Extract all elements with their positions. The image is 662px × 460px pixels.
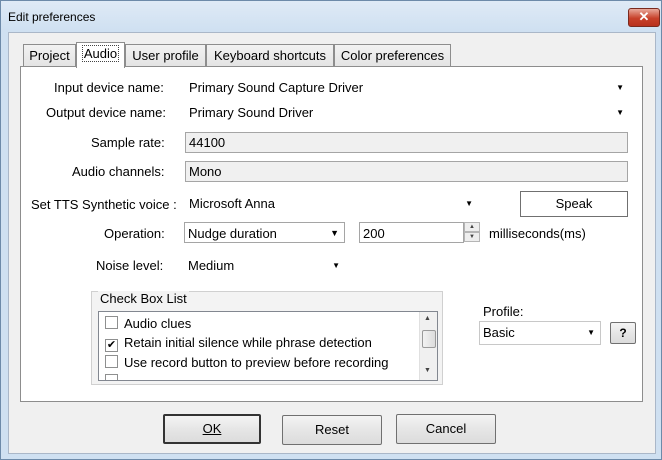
profile-dropdown[interactable]: Basic ▼: [479, 321, 601, 345]
tts-voice-dropdown[interactable]: Microsoft Anna ▼: [186, 193, 478, 214]
chevron-down-icon: ▼: [616, 83, 624, 92]
noise-level-label: Noise level:: [96, 258, 164, 273]
list-item-partial[interactable]: [105, 373, 124, 380]
tab-audio[interactable]: Audio: [76, 42, 125, 68]
output-device-label: Output device name:: [46, 105, 166, 120]
input-device-label: Input device name:: [54, 80, 164, 95]
scroll-up-icon[interactable]: ▲: [424, 315, 431, 322]
close-button[interactable]: ✕: [628, 8, 660, 27]
checkbox-unchecked[interactable]: [105, 316, 118, 329]
close-icon: ✕: [638, 9, 650, 24]
profile-label: Profile:: [483, 304, 524, 319]
tab-project[interactable]: Project: [23, 44, 76, 67]
profile-help-button[interactable]: ?: [610, 322, 636, 344]
list-scrollbar[interactable]: ▲ ▼: [419, 312, 437, 380]
noise-level-dropdown[interactable]: Medium ▼: [185, 255, 345, 276]
input-device-dropdown[interactable]: Primary Sound Capture Driver ▼: [186, 77, 629, 98]
tts-voice-value: Microsoft Anna: [189, 196, 275, 211]
ok-label: OK: [202, 421, 222, 436]
scroll-thumb[interactable]: [422, 330, 436, 348]
tts-voice-label: Set TTS Synthetic voice :: [31, 197, 177, 212]
reset-label: Reset: [315, 422, 349, 437]
cancel-label: Cancel: [425, 421, 467, 436]
profile-value: Basic: [483, 325, 515, 340]
list-item-record-preview[interactable]: Use record button to preview before reco…: [105, 354, 388, 372]
chevron-down-icon: ▼: [330, 228, 339, 238]
sample-rate-label: Sample rate:: [91, 135, 165, 150]
chevron-down-icon: ▼: [587, 328, 595, 337]
check-box-list[interactable]: Audio clues ✔ Retain initial silence whil…: [98, 311, 438, 381]
audio-channels-field[interactable]: Mono: [185, 161, 628, 182]
chevron-down-icon: ▼: [616, 108, 624, 117]
list-item-label: Retain initial silence while phrase dete…: [124, 335, 372, 350]
list-item-audio-clues[interactable]: Audio clues: [105, 315, 191, 333]
checkbox-unchecked[interactable]: [105, 355, 118, 368]
chevron-down-icon: ▼: [332, 261, 340, 270]
tab-audio-label: Audio: [81, 45, 120, 62]
window-title: Edit preferences: [8, 10, 96, 24]
output-device-value: Primary Sound Driver: [189, 105, 314, 120]
operation-dropdown[interactable]: Nudge duration ▼: [184, 222, 345, 243]
audio-channels-label: Audio channels:: [72, 164, 165, 179]
operation-unit-label: milliseconds(ms): [489, 226, 586, 241]
operation-value: Nudge duration: [188, 226, 277, 241]
list-item-label: Audio clues: [124, 316, 192, 331]
reset-button[interactable]: Reset: [282, 415, 382, 445]
checkbox-unchecked[interactable]: [105, 374, 118, 380]
list-item-retain-silence[interactable]: ✔ Retain initial silence while phrase det…: [105, 334, 372, 352]
ok-button[interactable]: OK: [163, 414, 261, 444]
chevron-down-icon: ▼: [465, 199, 473, 208]
amount-spinner[interactable]: ▲ ▼: [464, 222, 480, 243]
input-device-value: Primary Sound Capture Driver: [189, 80, 364, 95]
list-item-label: Use record button to preview before reco…: [124, 355, 389, 370]
spin-up-icon[interactable]: ▲: [464, 222, 480, 232]
spin-down-icon[interactable]: ▼: [464, 232, 480, 242]
speak-button[interactable]: Speak: [520, 191, 628, 217]
checkmark-icon[interactable]: ✔: [105, 339, 118, 352]
check-box-list-title: Check Box List: [98, 291, 189, 306]
cancel-button[interactable]: Cancel: [396, 414, 496, 444]
sample-rate-field[interactable]: 44100: [185, 132, 628, 153]
tab-color-preferences[interactable]: Color preferences: [334, 44, 451, 67]
output-device-dropdown[interactable]: Primary Sound Driver ▼: [186, 102, 629, 123]
tab-user-profile[interactable]: User profile: [125, 44, 206, 67]
operation-amount-input[interactable]: 200: [359, 222, 464, 243]
scroll-down-icon[interactable]: ▼: [424, 367, 431, 374]
noise-level-value: Medium: [188, 258, 235, 273]
tab-keyboard-shortcuts[interactable]: Keyboard shortcuts: [206, 44, 334, 67]
operation-label: Operation:: [104, 226, 165, 241]
title-bar[interactable]: Edit preferences ✕: [1, 1, 661, 33]
